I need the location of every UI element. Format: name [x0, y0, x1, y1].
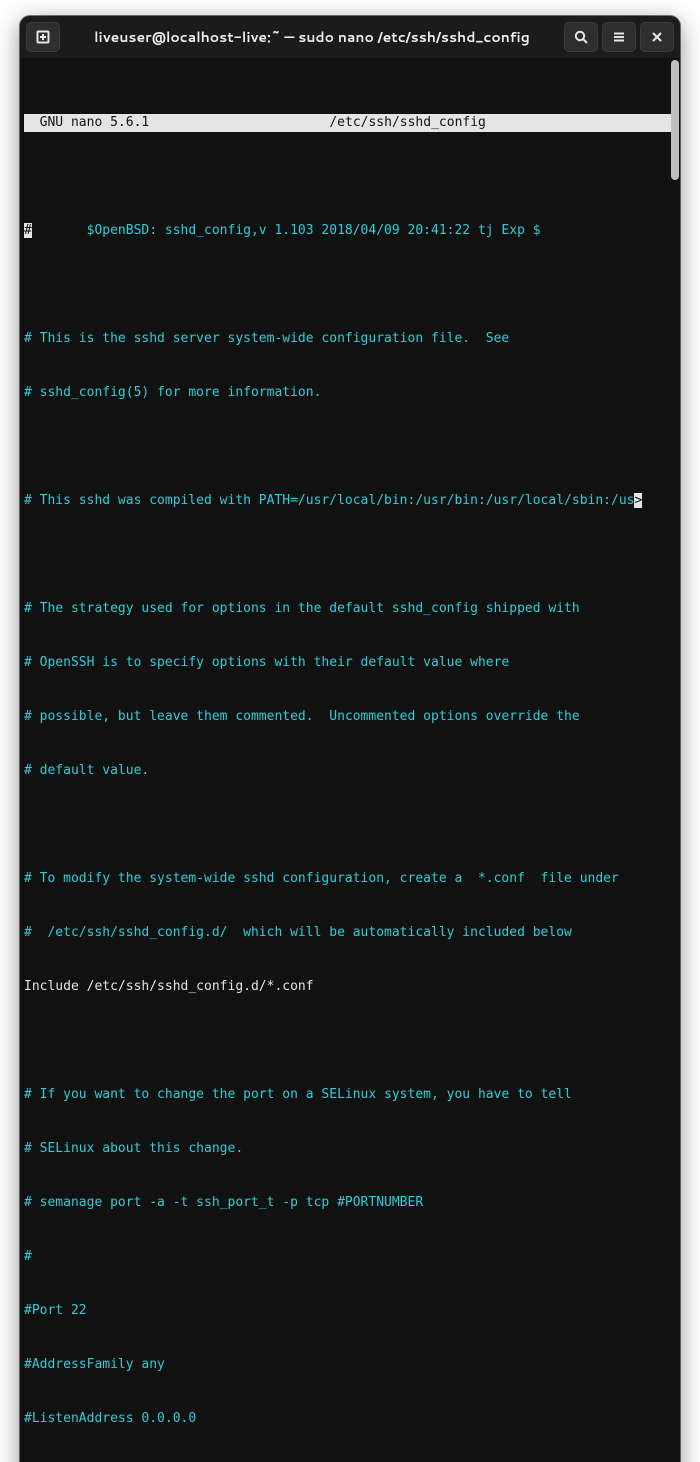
search-icon: [573, 29, 589, 45]
close-button[interactable]: [640, 22, 674, 52]
search-button[interactable]: [564, 22, 598, 52]
nano-app-name: GNU nano 5.6.1: [24, 114, 149, 132]
nano-file-name: /etc/ssh/sshd_config: [149, 114, 666, 132]
titlebar: liveuser@localhost-live:~ — sudo nano /e…: [20, 16, 680, 58]
terminal-body[interactable]: GNU nano 5.6.1 /etc/ssh/sshd_config # $O…: [20, 58, 680, 1462]
hamburger-icon: [611, 29, 627, 45]
terminal-window: liveuser@localhost-live:~ — sudo nano /e…: [20, 16, 680, 1462]
new-tab-icon: [35, 29, 51, 45]
line-truncation-indicator: >: [634, 493, 642, 508]
terminal-content[interactable]: GNU nano 5.6.1 /etc/ssh/sshd_config # $O…: [20, 58, 680, 1462]
close-icon: [649, 29, 665, 45]
new-tab-button[interactable]: [26, 22, 60, 52]
nano-header: GNU nano 5.6.1 /etc/ssh/sshd_config: [24, 114, 676, 132]
cursor: #: [24, 223, 32, 238]
window-title: liveuser@localhost-live:~ — sudo nano /e…: [64, 27, 560, 47]
menu-button[interactable]: [602, 22, 636, 52]
scrollbar-thumb[interactable]: [671, 60, 679, 180]
editor-content[interactable]: # $OpenBSD: sshd_config,v 1.103 2018/04/…: [24, 186, 676, 1462]
